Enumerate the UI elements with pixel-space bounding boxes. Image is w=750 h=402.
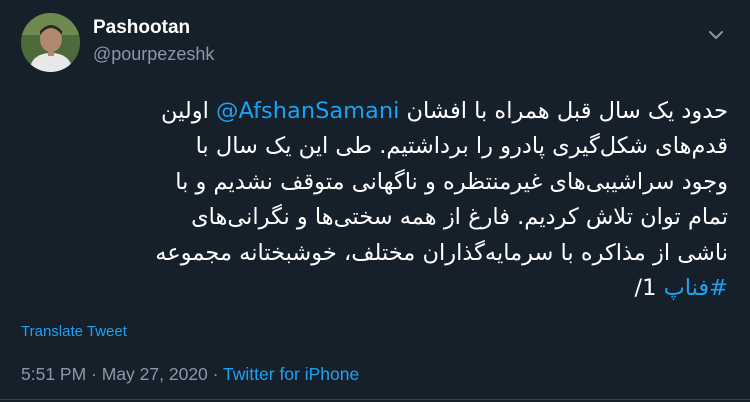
translate-tweet-link[interactable]: Translate Tweet: [21, 323, 127, 340]
tweet-card: Pashootan @pourpezeshk حدود یک سال قبل ه…: [0, 0, 750, 402]
user-info: Pashootan @pourpezeshk: [93, 15, 214, 66]
mention-link[interactable]: @AfshanSamani: [216, 98, 399, 124]
avatar-photo: [21, 13, 80, 72]
tweet-source[interactable]: Twitter for iPhone: [223, 364, 359, 384]
chevron-down-icon[interactable]: [706, 25, 726, 45]
divider: [0, 399, 750, 400]
tweet-line: ناشی از مذاکره با سرمایه‌گذاران مختلف، خ…: [155, 239, 728, 266]
tweet-line: قدم‌های شکل‌گیری پادرو را برداشتیم. طی ا…: [195, 133, 728, 160]
tweet-text-segment: حدود یک سال قبل همراه با افشان: [399, 98, 728, 124]
tweet-line: تمام توان تلاش کردیم. فارغ از همه سختی‌ه…: [191, 204, 728, 231]
tweet-line: وجود سراشیبی‌های غیرمنتظره و ناگهانی متو…: [175, 168, 728, 195]
tweet-text-segment: اولین: [160, 98, 217, 124]
tweet-line: حدود یک سال قبل همراه با افشان @AfshanSa…: [18, 94, 728, 129]
meta-separator: ·: [207, 364, 224, 384]
user-handle[interactable]: @pourpezeshk: [93, 42, 214, 66]
thread-counter: ‎1/: [634, 275, 664, 302]
tweet-line: #فناپ ‎1/: [18, 271, 728, 306]
display-name[interactable]: Pashootan: [93, 15, 214, 41]
meta-separator: ·: [86, 364, 102, 384]
avatar[interactable]: [21, 13, 80, 72]
hashtag-link[interactable]: #فناپ: [664, 275, 728, 301]
tweet-text: حدود یک سال قبل همراه با افشان @AfshanSa…: [18, 94, 728, 306]
tweet-date[interactable]: May 27, 2020: [102, 364, 208, 384]
tweet-time[interactable]: 5:51 PM: [21, 364, 86, 384]
tweet-metadata: 5:51 PM · May 27, 2020 · Twitter for iPh…: [21, 364, 359, 385]
